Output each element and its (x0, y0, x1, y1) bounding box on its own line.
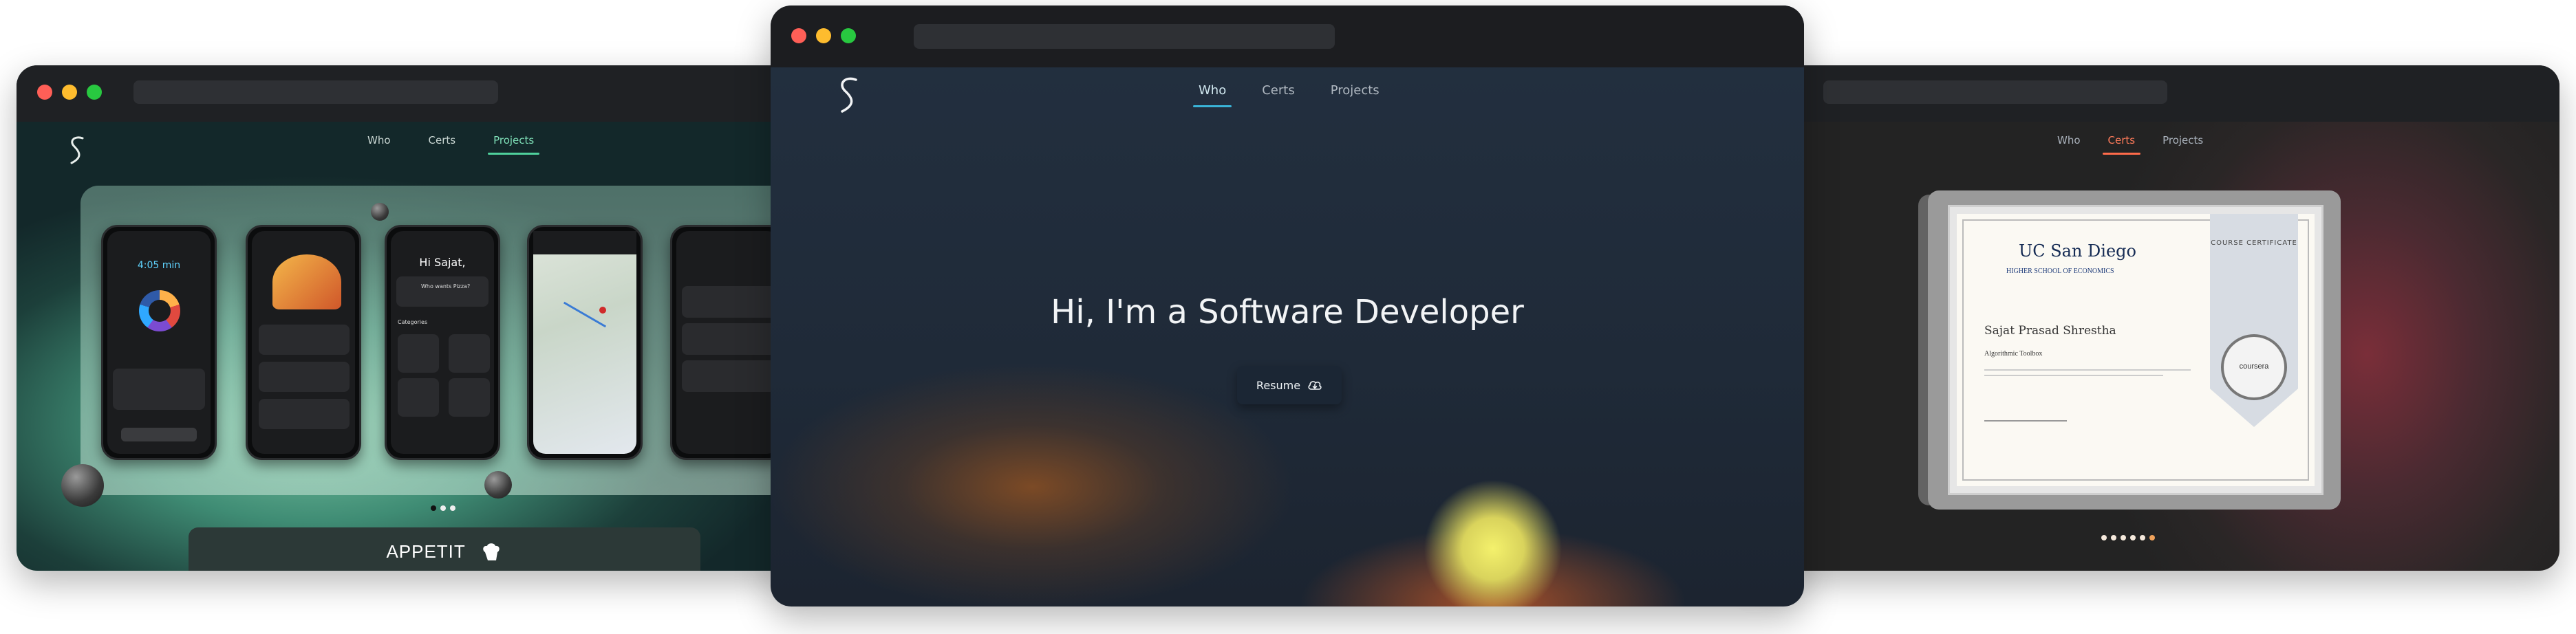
maximize-window-button[interactable] (841, 28, 856, 43)
carousel-dot[interactable] (431, 505, 436, 511)
nav-certs[interactable]: Certs (1262, 83, 1294, 98)
close-window-button[interactable] (791, 28, 806, 43)
cloud-download-icon (1308, 381, 1322, 390)
decorative-sphere (371, 203, 389, 221)
phone-time: 4:05 min (137, 260, 181, 271)
projects-window: Who Certs Projects 4:05 min Hi Sajat, Wh… (17, 65, 801, 571)
nav-who[interactable]: Who (2057, 134, 2081, 146)
carousel-dot[interactable] (2140, 535, 2145, 540)
signature-line (1984, 420, 2067, 422)
resume-label: Resume (1256, 378, 1301, 392)
decorative-sphere (484, 471, 512, 499)
chef-hat-icon (482, 543, 500, 561)
nav-projects[interactable]: Projects (488, 134, 540, 155)
title-bar (17, 65, 801, 122)
carousel-dot[interactable] (2121, 535, 2126, 540)
decorative-sphere (61, 464, 104, 507)
main-nav: Who Certs Projects (367, 134, 572, 155)
map-route (563, 301, 607, 328)
carousel-dot[interactable] (2111, 535, 2116, 540)
title-bar (1748, 65, 2559, 122)
carousel-dot[interactable] (2149, 535, 2155, 540)
carousel-dot[interactable] (450, 505, 455, 511)
resume-button[interactable]: Resume (1237, 366, 1342, 404)
main-nav: Who Certs Projects (2057, 134, 2231, 155)
greeting-title: Hi Sajat, (419, 256, 466, 269)
address-bar[interactable] (914, 24, 1335, 49)
minimize-window-button[interactable] (62, 85, 77, 100)
hero-headline: Hi, I'm a Software Developer (1051, 293, 1524, 331)
ribbon-label: COURSE CERTIFICATE (2211, 239, 2297, 247)
address-bar[interactable] (133, 80, 498, 104)
course-name: Algorithmic Toolbox (1984, 350, 2043, 358)
recipient-name: Sajat Prasad Shrestha (1984, 324, 2116, 338)
maximize-window-button[interactable] (87, 85, 102, 100)
phone-mockup: Hi Sajat, Who wants Pizza? Categories (385, 225, 500, 460)
phone-mockup: 4:05 min (101, 225, 217, 460)
carousel-dot[interactable] (440, 505, 446, 511)
nav-certs[interactable]: Certs (429, 134, 456, 146)
issuer-logo: UC San Diego (2019, 241, 2136, 261)
map-pin-icon (599, 307, 606, 314)
certs-window: Who Certs Projects UC San Diego HIGHER S… (1748, 65, 2559, 571)
address-bar[interactable] (1823, 80, 2167, 104)
nav-projects[interactable]: Projects (2162, 134, 2203, 146)
project-banner[interactable]: APPETIT (189, 527, 700, 571)
phone-mockup (670, 225, 786, 460)
carousel-dot[interactable] (2101, 535, 2107, 540)
nav-certs[interactable]: Certs (2102, 134, 2140, 155)
phone-mockup (527, 225, 643, 460)
partner-name: HIGHER SCHOOL OF ECONOMICS (2006, 267, 2114, 275)
main-nav: Who Certs Projects (1192, 83, 1415, 107)
site-logo-icon[interactable] (65, 134, 89, 167)
seal-label: coursera (2239, 362, 2269, 371)
nav-who[interactable]: Who (367, 134, 391, 146)
pizza-image (272, 254, 341, 309)
title-bar (771, 6, 1804, 67)
coursera-seal-icon: coursera (2221, 334, 2287, 400)
nav-projects[interactable]: Projects (1331, 83, 1380, 98)
categories-heading: Categories (398, 319, 428, 325)
carousel-indicator (2101, 535, 2155, 540)
certificate-ribbon: COURSE CERTIFICATE coursera (2210, 214, 2298, 427)
promo-text: Who wants Pizza? (421, 283, 471, 289)
phone-mockup (246, 225, 361, 460)
banner-title: APPETIT (386, 541, 466, 562)
carousel-dot[interactable] (2130, 535, 2136, 540)
close-window-button[interactable] (37, 85, 52, 100)
site-logo-icon[interactable] (834, 74, 864, 117)
carousel-indicator (431, 505, 455, 511)
certificate-card[interactable]: UC San Diego HIGHER SCHOOL OF ECONOMICS … (1950, 207, 2321, 493)
nav-who[interactable]: Who (1192, 83, 1232, 107)
who-window: Who Certs Projects Hi, I'm a Software De… (771, 6, 1804, 606)
minimize-window-button[interactable] (816, 28, 831, 43)
